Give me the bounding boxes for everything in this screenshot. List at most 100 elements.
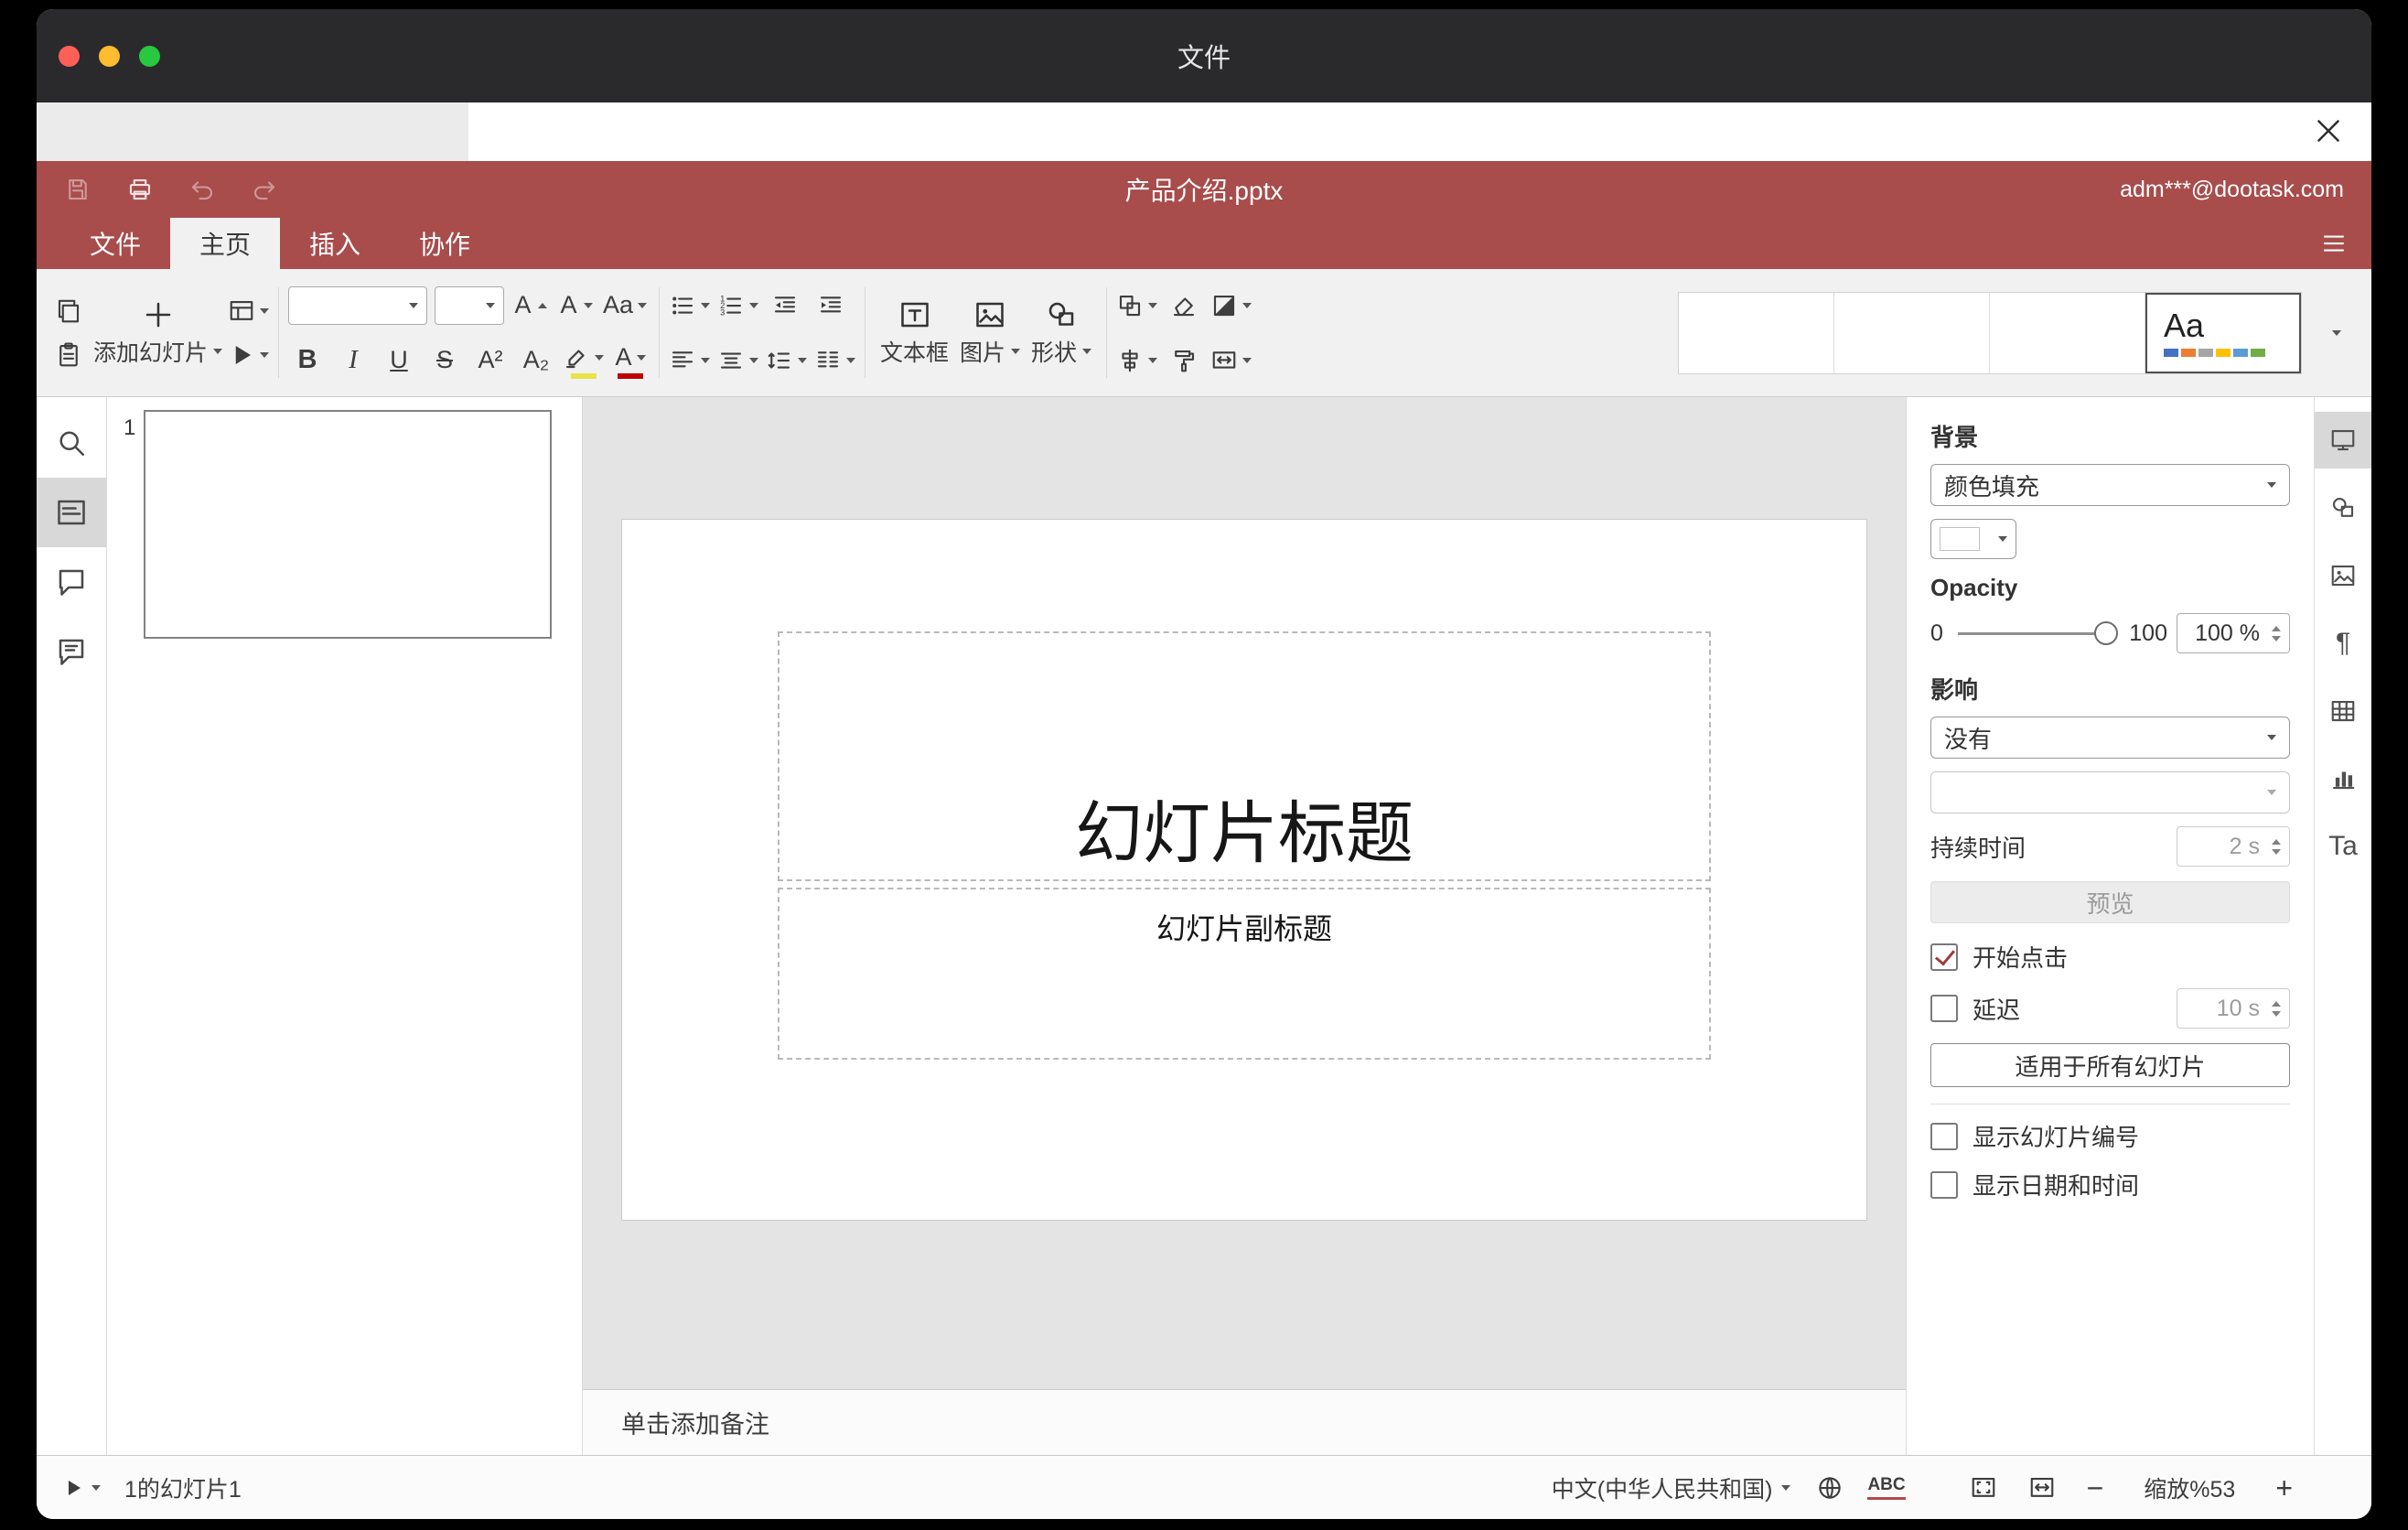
search-button[interactable]: [37, 408, 106, 478]
slide-size-button[interactable]: [1210, 340, 1252, 381]
image-settings-tab[interactable]: [2315, 547, 2371, 604]
opacity-slider[interactable]: [1957, 621, 2119, 645]
header-menu-button[interactable]: [2320, 230, 2348, 257]
effect-type-select[interactable]: [1930, 771, 2290, 813]
preview-button[interactable]: 预览: [1930, 881, 2290, 923]
duration-field[interactable]: 2 s: [2177, 826, 2290, 867]
increase-indent-button[interactable]: [812, 286, 850, 326]
delay-value: 10 s: [2216, 995, 2260, 1021]
delay-field[interactable]: 10 s: [2177, 988, 2290, 1029]
effect-select[interactable]: 没有: [1930, 717, 2290, 759]
theme-option-selected[interactable]: Aa: [2145, 292, 2301, 373]
decrease-font-button[interactable]: A: [557, 286, 596, 326]
arrange-shape-button[interactable]: [1116, 286, 1158, 326]
vertical-align-button[interactable]: [717, 340, 759, 381]
underline-button[interactable]: U: [380, 340, 418, 381]
zoom-out-button[interactable]: −: [2087, 1473, 2104, 1503]
fit-slide-button[interactable]: [1970, 1474, 1997, 1502]
spinner-arrows[interactable]: [2272, 989, 2281, 1028]
zoom-in-button[interactable]: +: [2275, 1473, 2293, 1503]
start-on-click-label: 开始点击: [1973, 944, 2069, 972]
decrease-indent-button[interactable]: [766, 286, 804, 326]
copy-button[interactable]: [49, 291, 88, 331]
change-case-button[interactable]: Aa: [603, 286, 648, 326]
clear-style-button[interactable]: [1165, 286, 1203, 326]
numbered-list-button[interactable]: [717, 286, 759, 326]
slide-layout-button[interactable]: [228, 291, 270, 331]
color-scheme-button[interactable]: [1210, 286, 1252, 326]
theme-option-2[interactable]: [1834, 292, 1990, 373]
zoom-window-button[interactable]: [139, 45, 160, 67]
delay-checkbox[interactable]: [1930, 995, 1958, 1022]
opacity-value-field[interactable]: 100 %: [2177, 613, 2290, 653]
columns-button[interactable]: [814, 340, 856, 381]
paste-button[interactable]: [49, 335, 88, 375]
highlight-color-button[interactable]: [563, 340, 605, 381]
textart-settings-tab[interactable]: Ta: [2315, 818, 2371, 875]
tab-file[interactable]: 文件: [60, 218, 170, 269]
minimize-window-button[interactable]: [99, 45, 120, 67]
shape-settings-tab[interactable]: [2315, 479, 2371, 536]
print-button[interactable]: [126, 176, 154, 203]
save-icon: [64, 176, 91, 203]
increase-font-button[interactable]: A: [511, 286, 550, 326]
font-color-button[interactable]: A: [611, 340, 650, 381]
show-slide-number-checkbox[interactable]: [1930, 1122, 1958, 1150]
font-size-combo[interactable]: [435, 286, 505, 325]
language-selector[interactable]: 中文(中华人民共和国): [1552, 1471, 1791, 1504]
bold-button[interactable]: B: [288, 340, 327, 381]
background-fill-select[interactable]: 颜色填充: [1930, 464, 2290, 506]
add-slide-button[interactable]: 添加幻灯片: [88, 276, 228, 389]
chat-button[interactable]: [37, 617, 106, 686]
theme-option-1[interactable]: [1679, 292, 1834, 373]
paragraph-settings-tab[interactable]: ¶: [2315, 615, 2371, 672]
italic-button[interactable]: I: [334, 340, 372, 381]
redo-button[interactable]: [251, 176, 278, 203]
undo-button[interactable]: [188, 176, 216, 203]
strikethrough-button[interactable]: S: [425, 340, 464, 381]
tab-insert[interactable]: 插入: [280, 218, 390, 269]
title-placeholder[interactable]: 幻灯片标题: [778, 631, 1711, 881]
font-name-combo[interactable]: [288, 286, 428, 325]
slide-thumbnail-1[interactable]: [144, 410, 552, 639]
copy-style-button[interactable]: [1165, 340, 1203, 381]
horizontal-align-button[interactable]: [669, 340, 711, 381]
notes-area[interactable]: 单击添加备注: [583, 1389, 1906, 1455]
insert-textbox-button[interactable]: 文本框: [875, 276, 954, 389]
set-language-button[interactable]: [1816, 1474, 1844, 1502]
show-date-time-checkbox[interactable]: [1930, 1170, 1958, 1199]
slide-settings-tab[interactable]: [2315, 412, 2371, 469]
insert-shape-button[interactable]: 形状: [1026, 276, 1097, 389]
save-button[interactable]: [64, 176, 91, 203]
start-slideshow-button[interactable]: [228, 335, 270, 375]
insert-image-button[interactable]: 图片: [954, 276, 1026, 389]
spellcheck-button[interactable]: ABC: [1867, 1475, 1906, 1500]
spinner-arrows[interactable]: [2272, 827, 2281, 866]
apply-to-all-slides-button[interactable]: 适用于所有幻灯片: [1930, 1043, 2290, 1087]
bullet-list-button[interactable]: [669, 286, 711, 326]
table-settings-tab[interactable]: [2315, 683, 2371, 739]
chart-settings-tab[interactable]: [2315, 750, 2371, 807]
close-editor-button[interactable]: [2307, 110, 2349, 152]
start-slideshow-status-button[interactable]: [62, 1477, 101, 1499]
start-on-click-checkbox[interactable]: [1930, 943, 1958, 971]
fit-width-button[interactable]: [2028, 1474, 2056, 1502]
subtitle-placeholder[interactable]: 幻灯片副标题: [778, 888, 1711, 1060]
close-window-button[interactable]: [59, 45, 80, 67]
align-shape-button[interactable]: [1116, 340, 1158, 381]
theme-option-3[interactable]: [1990, 292, 2145, 373]
globe-icon: [1816, 1474, 1844, 1502]
superscript-button[interactable]: A²: [471, 340, 510, 381]
line-spacing-button[interactable]: [766, 340, 808, 381]
slides-panel-button[interactable]: [37, 478, 106, 547]
tab-home[interactable]: 主页: [170, 218, 281, 269]
spinner-arrows[interactable]: [2272, 614, 2281, 652]
theme-gallery-expand-button[interactable]: [2315, 311, 2359, 355]
subscript-button[interactable]: A₂: [517, 340, 555, 381]
tab-collaboration[interactable]: 协作: [390, 218, 500, 269]
opacity-slider-handle[interactable]: [2094, 621, 2119, 645]
slide-1[interactable]: 幻灯片标题 幻灯片副标题: [622, 520, 1866, 1220]
slide-canvas[interactable]: 幻灯片标题 幻灯片副标题: [583, 397, 1906, 1389]
background-color-select[interactable]: [1930, 519, 2016, 559]
comments-button[interactable]: [37, 547, 106, 617]
